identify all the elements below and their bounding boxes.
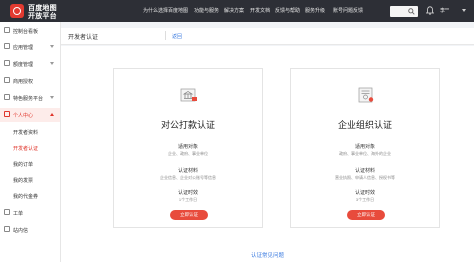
enterprise-cert-icon (358, 87, 374, 103)
chevron-up-icon (50, 113, 54, 116)
faq-link[interactable]: 认证常见问题 (61, 251, 474, 259)
sidebar-item-quota[interactable]: 额度管理 (0, 57, 60, 71)
sidebar-item-label: 个人中心 (13, 113, 34, 119)
back-link[interactable]: 返回 (172, 33, 182, 40)
material-value: 营业执照、申请人信息、授权书等 (335, 175, 395, 180)
sidebar-subitem-vouchers[interactable]: 我的代金券 (13, 189, 59, 203)
material-value: 企业信息、企业对公账号等信息 (160, 175, 216, 180)
sidebar-item-dashboard[interactable]: 控制台看板 (0, 24, 60, 38)
divider (165, 31, 166, 40)
card-bank-transfer: 对公打款认证 适用对象 企业、政府、事业单位 认证材料 企业信息、企业对公账号等… (113, 68, 263, 228)
target-value: 企业、政府、事业单位 (168, 151, 208, 156)
sidebar-item-license[interactable]: 商用授权 (0, 74, 60, 88)
search-box[interactable] (390, 6, 418, 17)
breadcrumb: 开发者认证 返回 (61, 28, 474, 45)
baidu-paw-icon (10, 4, 24, 18)
target-label: 适用对象 (354, 144, 375, 150)
target-label: 适用对象 (177, 144, 198, 150)
sidebar-item-apps[interactable]: 应用管理 (0, 40, 60, 54)
top-navbar: 百度地图 开放平台 为什么选择百度地图 功能与服务 解决方案 开发文档 反馈与帮… (0, 0, 474, 22)
card-enterprise-cert: 企业组织认证 适用对象 政府、事业单位、海外的企业 认证材料 营业执照、申请人信… (290, 68, 440, 228)
time-label: 认证时效 (354, 190, 375, 196)
chevron-down-icon (50, 96, 54, 99)
time-label: 认证时效 (177, 190, 198, 196)
material-label: 认证材料 (354, 168, 375, 174)
time-value: 1个工作日 (178, 197, 198, 202)
quota-icon (4, 60, 10, 66)
sidebar-item-label: 商用授权 (13, 79, 34, 85)
app-icon (4, 43, 10, 49)
nav-account-feedback[interactable]: 账号问题反馈 (333, 7, 363, 14)
sidebar-item-label: 特色服务平台 (13, 96, 44, 102)
card-title: 企业组织认证 (337, 120, 392, 130)
service-icon (4, 94, 10, 100)
sidebar-item-tickets[interactable]: 工单 (0, 206, 60, 220)
main-content: 对公打款认证 适用对象 企业、政府、事业单位 认证材料 企业信息、企业对公账号等… (61, 46, 474, 262)
username[interactable]: 李** (440, 7, 449, 14)
chevron-down-icon[interactable] (462, 9, 466, 12)
dashboard-icon (4, 27, 10, 33)
time-value: 3个工作日 (355, 197, 375, 202)
material-label: 认证材料 (177, 168, 198, 174)
bell-icon[interactable] (426, 6, 434, 15)
sidebar-item-label: 应用管理 (13, 45, 34, 51)
sidebar-subitem-certification[interactable]: 开发者认证 (13, 141, 59, 155)
page-title: 开发者认证 (68, 35, 99, 41)
certify-now-button[interactable]: 立即认证 (347, 210, 385, 220)
sidebar-item-messages[interactable]: 站内信 (0, 223, 60, 237)
logo-line2: 开放平台 (28, 13, 57, 20)
sidebar-item-label: 额度管理 (13, 62, 34, 68)
target-value: 政府、事业单位、海外的企业 (339, 151, 391, 156)
ticket-icon (4, 209, 10, 215)
sidebar-item-label: 工单 (13, 211, 24, 217)
message-icon (4, 226, 10, 232)
nav-why-baidu[interactable]: 为什么选择百度地图 (143, 7, 188, 14)
nav-solutions[interactable]: 解决方案 (224, 7, 244, 14)
sidebar-subitem-invoices[interactable]: 我的发票 (13, 173, 59, 187)
sidebar: 控制台看板 应用管理 额度管理 商用授权 特色服务平台 个人中心 开发者资料 开… (0, 22, 61, 262)
sidebar-item-services[interactable]: 特色服务平台 (0, 91, 60, 105)
sidebar-item-label: 控制台看板 (13, 29, 39, 35)
search-icon[interactable] (408, 8, 415, 15)
chevron-down-icon (50, 45, 54, 48)
sidebar-item-personal-center[interactable]: 个人中心 (0, 108, 60, 122)
nav-docs[interactable]: 开发文档 (250, 7, 270, 14)
nav-upgrade[interactable]: 服务升级 (305, 7, 325, 14)
sidebar-item-label: 站内信 (13, 228, 29, 234)
sidebar-subitem-profile[interactable]: 开发者资料 (13, 125, 59, 139)
card-title: 对公打款认证 (160, 120, 215, 130)
chevron-down-icon (50, 62, 54, 65)
nav-feedback[interactable]: 反馈与帮助 (275, 7, 300, 14)
user-icon (4, 111, 10, 117)
license-icon (4, 77, 10, 83)
bank-transfer-icon (180, 88, 197, 102)
certify-now-button[interactable]: 立即认证 (170, 210, 208, 220)
baidu-map-logo[interactable]: 百度地图 开放平台 (2, 2, 62, 20)
nav-features[interactable]: 功能与服务 (194, 7, 219, 14)
sidebar-subitem-orders[interactable]: 我的订单 (13, 157, 59, 171)
